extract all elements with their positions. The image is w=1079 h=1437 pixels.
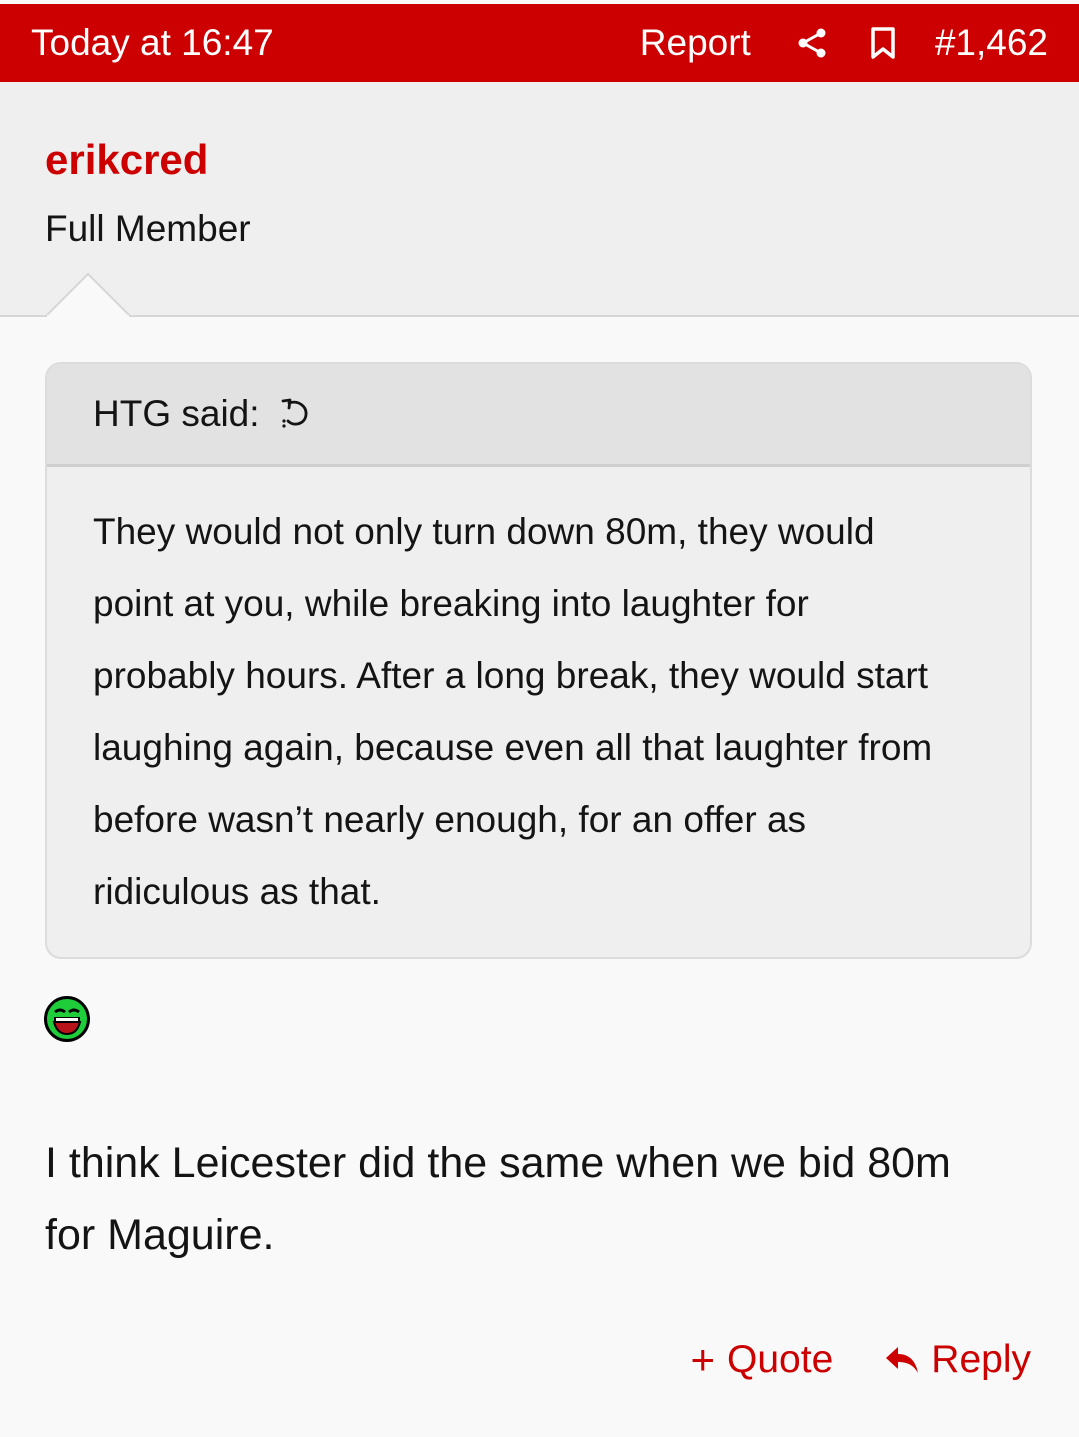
reply-icon bbox=[885, 1345, 919, 1375]
post-message: I think Leicester did the same when we b… bbox=[45, 1127, 1035, 1271]
post-actions: + Quote Reply bbox=[691, 1336, 1032, 1384]
plus-icon: + bbox=[690, 1336, 716, 1383]
message-line: for Maguire. bbox=[45, 1211, 275, 1259]
bookmark-icon[interactable] bbox=[869, 26, 897, 60]
message-line: I think Leicester did the same when we b… bbox=[45, 1139, 951, 1187]
quote-author-link[interactable]: HTG said: bbox=[93, 393, 260, 435]
quote-text: They would not only turn down 80m, they … bbox=[93, 496, 993, 928]
jump-to-quote-icon[interactable] bbox=[280, 397, 312, 431]
quote-button-label: Quote bbox=[727, 1338, 834, 1381]
quote-button[interactable]: + Quote bbox=[691, 1336, 834, 1384]
quote-line: probably hours. After a long break, they… bbox=[93, 655, 929, 696]
quote-line: point at you, while breaking into laught… bbox=[93, 583, 809, 624]
reply-button[interactable]: Reply bbox=[885, 1338, 1031, 1382]
quote-block: HTG said: They would not only turn down … bbox=[45, 362, 1032, 959]
post-timestamp[interactable]: Today at 16:47 bbox=[31, 22, 274, 64]
user-title: Full Member bbox=[45, 208, 251, 249]
username-link[interactable]: erikcred bbox=[45, 136, 208, 184]
arrow-caret bbox=[46, 272, 131, 318]
reply-button-label: Reply bbox=[931, 1338, 1031, 1381]
quote-line: They would not only turn down 80m, they … bbox=[93, 511, 875, 552]
quote-header: HTG said: bbox=[47, 364, 1030, 467]
report-link[interactable]: Report bbox=[640, 22, 751, 64]
share-icon[interactable] bbox=[795, 26, 829, 60]
laughing-emoji bbox=[44, 996, 90, 1042]
user-info-bar bbox=[0, 82, 1079, 317]
quote-line: laughing again, because even all that la… bbox=[93, 727, 933, 768]
post-header-bar: Today at 16:47 Report #1,462 bbox=[0, 4, 1079, 82]
quote-line: ridiculous as that. bbox=[93, 871, 381, 912]
quote-line: before wasn’t nearly enough, for an offe… bbox=[93, 799, 807, 840]
post-number-link[interactable]: #1,462 bbox=[935, 22, 1048, 64]
